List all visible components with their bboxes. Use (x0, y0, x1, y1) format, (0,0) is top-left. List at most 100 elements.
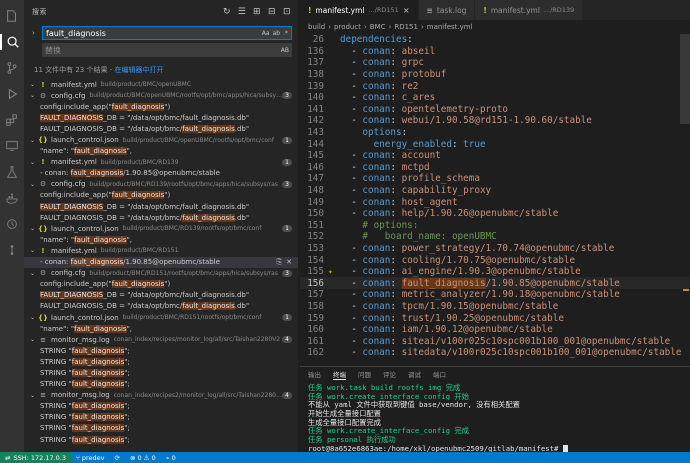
code-line[interactable]: 141 - conan: opentelemetry-proto (300, 104, 690, 116)
source-control-icon[interactable] (4, 60, 20, 76)
code-line[interactable]: 148 - conan: capability_proxy (300, 185, 690, 197)
match-whole-word-toggle[interactable]: ab (273, 30, 281, 37)
editor-tab[interactable]: ! manifest.yml .../RD139 (475, 0, 584, 20)
code-line[interactable]: 140 - conan: c_ares (300, 92, 690, 104)
terminal-output[interactable]: 任务 work.task build rootfs img 完成 任务 work.… (300, 381, 690, 455)
panel-tab[interactable]: 输出 (308, 369, 321, 379)
code-line[interactable]: 159 - conan: trust/1.90.25@openubmc/stab… (300, 312, 690, 324)
panel-tab[interactable]: 问题 (358, 369, 371, 379)
breadcrumb-item[interactable]: RD151 (394, 23, 418, 31)
scrollbar-thumb[interactable] (680, 34, 690, 124)
result-match-row[interactable]: FAULT_DIAGNOSIS_DB = "/data/opt/bmc/faul… (24, 301, 298, 312)
result-match-row[interactable]: FAULT_DIAGNOSIS_DB = "/data/opt/bmc/faul… (24, 290, 298, 301)
result-match-row[interactable]: "name": "fault_diagnosis", (24, 234, 298, 245)
result-match-row[interactable]: STRING "fault_diagnosis"; (24, 434, 298, 445)
result-match-row[interactable]: - conan: fault_diagnosis/1.90.85@openubm… (24, 168, 298, 179)
result-file-row[interactable]: ⌄{} launch_control.json build/product/BMC/… (24, 223, 298, 234)
result-match-row[interactable]: FAULT_DIAGNOSIS_DB = "/data/opt/bmc/faul… (24, 123, 298, 134)
chevron-down-icon[interactable]: ⌄ (30, 247, 38, 254)
code-line[interactable]: 139 - conan: re2 (300, 80, 690, 92)
result-file-row[interactable]: ⌄ ⚙ config.cfg build/product/BMC/openUBMC/r… (24, 90, 298, 101)
preserve-case-toggle[interactable]: AB (281, 47, 289, 54)
remote-explorer-icon[interactable] (4, 138, 20, 154)
breadcrumb-item[interactable]: BMC (370, 23, 386, 31)
breadcrumb-item[interactable]: manifest.yml (427, 23, 473, 31)
result-match-row[interactable]: FAULT_DIAGNOSIS_DB = "/data/opt/bmc/faul… (24, 112, 298, 123)
code-line[interactable]: 138 - conan: protobuf (300, 69, 690, 81)
code-line[interactable]: 158 - conan: tpcm/1.90.15@openubmc/stabl… (300, 301, 690, 313)
problems-indicator[interactable]: ⊗ 0 ⚠ 0 (125, 454, 161, 462)
code-line[interactable]: 155 ✦ - conan: ai_engine/1.90.3@openubmc/… (300, 266, 690, 278)
chevron-down-icon[interactable]: ⌄ (30, 137, 38, 144)
collapse-all-icon[interactable]: ⊡ (282, 7, 292, 17)
result-match-row[interactable]: STRING "fault_diagnosis"; (24, 401, 298, 412)
result-file-row[interactable]: ⌄! manifest.yml build/product/BMC/RD139 1 (24, 157, 298, 168)
sync-button[interactable]: ⟳ (110, 454, 125, 462)
chevron-down-icon[interactable]: ⌄ (30, 159, 38, 166)
panel-tab[interactable]: 终端 (333, 369, 346, 380)
use-regex-toggle[interactable]: .* (283, 30, 288, 37)
panel-tab[interactable]: 评论 (383, 369, 396, 379)
code-line[interactable]: 160 - conan: iam/1.90.12@openubmc/stable (300, 324, 690, 336)
result-file-row[interactable]: ⌄! manifest.yml build/product/BMC/openUBMC (24, 79, 298, 90)
view-as-tree-icon[interactable]: ⊟ (267, 7, 277, 17)
chevron-down-icon[interactable]: ⌄ (30, 81, 38, 88)
result-file-row[interactable]: ⌄ ⚙ config.cfg build/product/BMC/RD151/root… (24, 268, 298, 279)
panel-tab[interactable]: 端口 (433, 369, 446, 379)
breadcrumb-item[interactable]: build (308, 23, 325, 31)
result-file-row[interactable]: ⌄{} launch_control.json build/product/BMC/… (24, 312, 298, 323)
code-line[interactable]: 142 - conan: webui/1.90.58@rd151-1.90.60… (300, 115, 690, 127)
clear-results-icon[interactable]: ☰ (237, 7, 247, 17)
code-line[interactable]: 154 - conan: cooling/1.70.75@openubmc/st… (300, 254, 690, 266)
result-match-row[interactable]: config:include_app("fault_diagnosis") (24, 279, 298, 290)
result-file-row[interactable]: ⌄{} launch_control.json build/product/BMC/… (24, 134, 298, 145)
chevron-down-icon[interactable]: ⌄ (30, 225, 38, 232)
code-line[interactable]: 144 energy_enabled: true (300, 138, 690, 150)
code-line[interactable]: 156 - conan: fault_diagnosis/1.90.85@ope… (300, 277, 690, 290)
dismiss-match-icon[interactable]: ✕ (286, 258, 292, 267)
run-debug-icon[interactable] (4, 86, 20, 102)
search-icon[interactable] (0, 34, 24, 50)
code-line[interactable]: 136 - conan: abseil (300, 46, 690, 58)
code-line[interactable]: 150 - conan: help/1.90.26@openubmc/stabl… (300, 208, 690, 220)
explorer-icon[interactable] (4, 8, 20, 24)
testing-icon[interactable] (4, 164, 20, 180)
toggle-replace-icon[interactable]: › (32, 29, 35, 37)
code-line[interactable]: 137 - conan: grpc (300, 57, 690, 69)
breadcrumb-item[interactable]: product (334, 23, 361, 31)
replace-input[interactable]: 替换 AB (42, 43, 292, 57)
refresh-icon[interactable]: ↻ (222, 7, 232, 17)
code-view[interactable]: 26 dependencies: 136 - conan: abseil 137 - … (300, 34, 690, 359)
code-line[interactable]: 162 - conan: sitedata/v100r025c10spc001b… (300, 347, 690, 359)
close-icon[interactable]: × (403, 6, 410, 15)
chevron-down-icon[interactable]: ⌄ (30, 270, 38, 277)
result-file-row[interactable]: ⌄ ⚙ config.cfg build/product/BMC/RD139/root… (24, 179, 298, 190)
result-match-row[interactable]: STRING "fault_diagnosis"; (24, 423, 298, 434)
replace-match-icon[interactable]: ⎘ (277, 258, 283, 267)
docker-icon[interactable] (4, 190, 20, 206)
code-line[interactable]: 153 - conan: power_strategy/1.70.74@open… (300, 243, 690, 255)
code-line[interactable]: 26 dependencies: (300, 34, 690, 46)
editor-tab[interactable]: ! manifest.yml .../RD151 × (300, 0, 419, 20)
extensions-icon[interactable] (4, 112, 20, 128)
chevron-down-icon[interactable]: ⌄ (30, 181, 38, 188)
new-search-editor-icon[interactable]: ⊞ (252, 7, 262, 17)
result-match-row[interactable]: - conan: fault_diagnosis/1.90.85@openubm… (24, 256, 298, 268)
chevron-down-icon[interactable]: ⌄ (30, 92, 38, 99)
search-input[interactable]: fault_diagnosis Aa ab .* (42, 26, 292, 40)
code-line[interactable]: 147 - conan: profile_schema (300, 173, 690, 185)
result-match-row[interactable]: FAULT_DIAGNOSIS_DB = "/data/opt/bmc/faul… (24, 201, 298, 212)
code-line[interactable]: 146 - conan: mctpd (300, 162, 690, 174)
git-graph-icon[interactable] (4, 242, 20, 258)
result-file-row[interactable]: ⌄ ≡ monitor_msg.log conan_index/recipes/mon… (24, 334, 298, 345)
code-line[interactable]: 152 # board_name: openUBMC (300, 231, 690, 243)
open-in-editor-link[interactable]: 在编辑器中打开 (114, 66, 163, 74)
chevron-down-icon[interactable]: ⌄ (30, 336, 38, 343)
code-line[interactable]: 161 - conan: siteai/v100r025c10spc001b10… (300, 335, 690, 347)
result-match-row[interactable]: config:include_app("fault_diagnosis") (24, 190, 298, 201)
result-match-row[interactable]: "name": "fault_diagnosis", (24, 323, 298, 334)
code-line[interactable]: 157 - conan: metric_analyzer/1.90.18@ope… (300, 289, 690, 301)
result-match-row[interactable]: STRING "fault_diagnosis"; (24, 345, 298, 356)
result-match-row[interactable]: "name": "fault_diagnosis", (24, 146, 298, 157)
result-file-row[interactable]: ⌄! manifest.yml build/product/BMC/RD151 (24, 245, 298, 256)
